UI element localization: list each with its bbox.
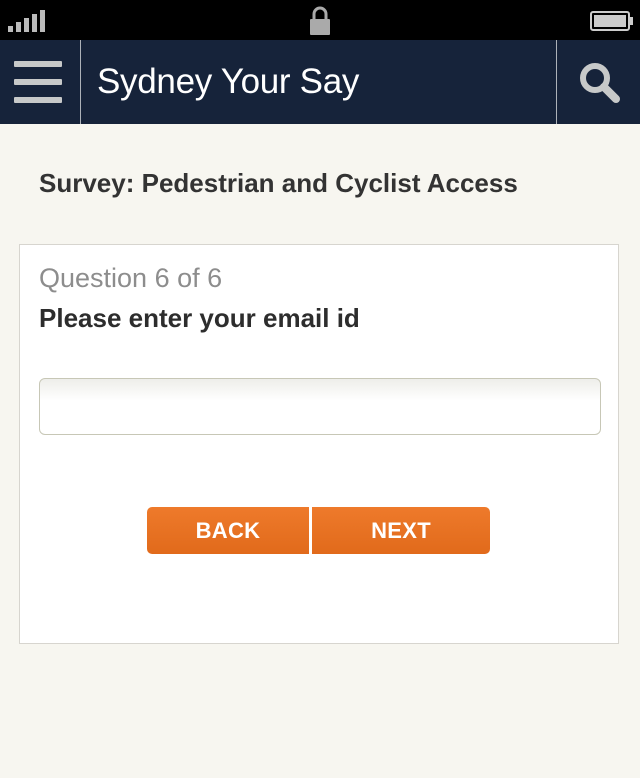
signal-strength-icon — [8, 10, 45, 32]
survey-title: Survey: Pedestrian and Cyclist Access — [39, 168, 518, 198]
email-field[interactable] — [39, 378, 601, 435]
search-icon — [580, 63, 620, 103]
menu-button[interactable] — [0, 40, 80, 124]
header-divider — [80, 40, 81, 124]
question-text: Please enter your email id — [39, 303, 360, 333]
app-header: Sydney Your Say — [0, 40, 640, 124]
lock-icon — [310, 6, 330, 35]
question-counter: Question 6 of 6 — [39, 263, 223, 293]
status-bar — [0, 0, 640, 40]
search-button[interactable] — [557, 40, 640, 124]
back-button[interactable]: BACK — [147, 507, 309, 554]
app-title: Sydney Your Say — [97, 62, 360, 101]
question-card: Question 6 of 6 Please enter your email … — [19, 244, 619, 644]
next-button[interactable]: NEXT — [312, 507, 490, 554]
battery-icon — [590, 11, 633, 31]
